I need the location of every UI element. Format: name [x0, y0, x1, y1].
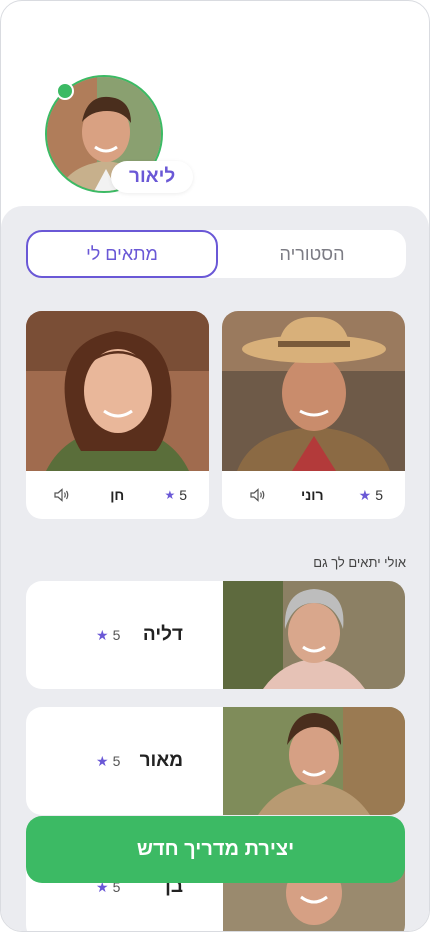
featured-card-roni[interactable]: רוני ★ 5: [222, 311, 405, 519]
profile-name: ליאור: [111, 161, 194, 193]
guide-photo: [26, 311, 209, 471]
guide-name: מאור: [139, 750, 183, 771]
guide-rating: ★ 5: [359, 487, 383, 504]
rating-value: 5: [375, 487, 383, 503]
guide-rating: ★ 5: [164, 487, 187, 503]
guide-photo: [223, 707, 405, 815]
guide-name: רוני: [301, 487, 324, 503]
guide-name: חן: [110, 487, 125, 503]
star-icon: ★: [96, 626, 109, 643]
featured-card-chen[interactable]: חן ★ 5: [26, 311, 209, 519]
star-icon: ★: [358, 486, 372, 503]
rating-value: 5: [179, 487, 187, 503]
tab-history[interactable]: הסטוריה: [218, 230, 406, 278]
section-title: אולי יתאים לך גם: [313, 555, 406, 570]
star-icon: ★: [164, 488, 176, 502]
guide-rating: ★ 5: [96, 707, 120, 815]
card-info: חן ★ 5: [26, 471, 209, 519]
guide-rating: ★ 5: [96, 581, 120, 689]
suggestion-row-maor[interactable]: מאור ★ 5: [26, 707, 405, 815]
tab-bar: מתאים לי הסטוריה: [26, 230, 406, 278]
suggestion-row-dalia[interactable]: דליה ★ 5: [26, 581, 405, 689]
speaker-icon[interactable]: [250, 488, 266, 502]
tab-matches[interactable]: מתאים לי: [26, 230, 218, 278]
rating-value: 5: [112, 627, 121, 643]
guide-photo: [222, 311, 405, 471]
guide-photo: [223, 581, 405, 689]
star-icon: ★: [96, 752, 109, 769]
create-guide-button[interactable]: יצירת מדריך חדש: [26, 816, 405, 883]
rating-value: 5: [112, 753, 121, 769]
speaker-icon[interactable]: [54, 488, 70, 502]
guide-name: דליה: [142, 624, 183, 645]
online-status-dot: [56, 82, 74, 100]
card-info: רוני ★ 5: [222, 471, 405, 519]
app-screen: ליאור מתאים לי הסטוריה חן ★ 5 רוני ★ 5 א…: [0, 0, 430, 932]
